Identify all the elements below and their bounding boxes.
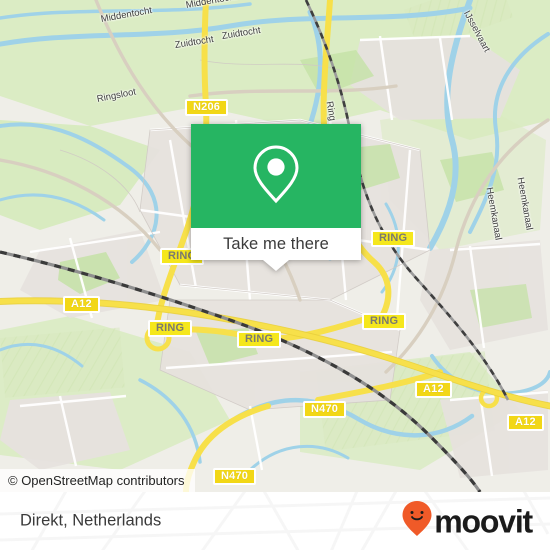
- moovit-logo[interactable]: moovit: [402, 501, 533, 542]
- road-shield: RING: [362, 313, 407, 330]
- attribution-text: © OpenStreetMap contributors: [8, 473, 185, 488]
- moovit-map-screenshot: N206 RING RING RING RING RING A12 A12 A12 N470 N47…: [0, 0, 550, 550]
- map-canvas[interactable]: N206 RING RING RING RING RING A12 A12 A12 N470 N47…: [0, 0, 550, 492]
- location-popup-card[interactable]: Take me there: [191, 124, 361, 271]
- road-shield: N470: [213, 468, 257, 485]
- road-shield: A12: [415, 381, 452, 398]
- popup-image-panel: [191, 124, 361, 228]
- road-shield: RING: [237, 331, 282, 348]
- road-shield: RING: [371, 230, 416, 247]
- road-shield: N206: [185, 99, 229, 116]
- place-title: Direkt, Netherlands: [20, 511, 162, 530]
- popup-pointer-tail: [263, 260, 289, 271]
- moovit-smile-pin-icon: [402, 501, 432, 542]
- moovit-wordmark: moovit: [434, 503, 533, 539]
- road-shield: RING: [148, 320, 193, 337]
- popup-action-bar[interactable]: Take me there: [191, 228, 361, 260]
- map-pin-icon: [251, 143, 301, 210]
- map-attribution[interactable]: © OpenStreetMap contributors: [0, 469, 195, 492]
- take-me-there-label: Take me there: [223, 234, 329, 253]
- road-shield: N470: [303, 401, 347, 418]
- road-shield: A12: [63, 296, 100, 313]
- road-shield: A12: [507, 414, 544, 431]
- footer-bar: Direkt, Netherlands moovit: [0, 492, 550, 550]
